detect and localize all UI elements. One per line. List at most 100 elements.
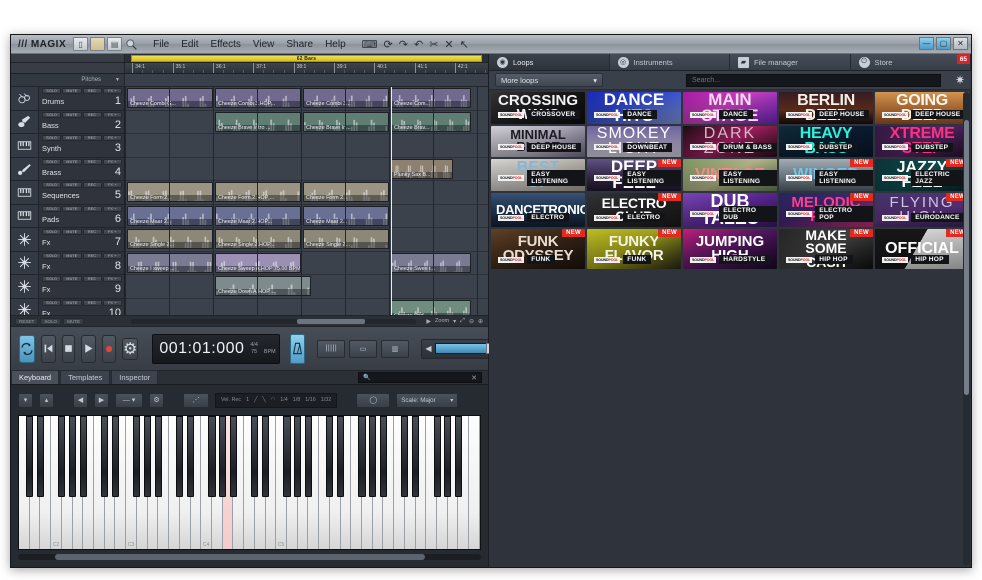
clip[interactable]: Cheeze Combi 3... (303, 88, 389, 108)
piano-white-key[interactable] (233, 416, 244, 549)
loop-tile[interactable]: DANCEHITSSOUNDPOOLDANCE (587, 92, 681, 124)
loop-tile[interactable]: SMOKEYLIGHTSOUNDPOOLDOWNBEAT (587, 126, 681, 156)
lane[interactable]: Cheeze Single 2...Cheeze Single 2.HOP...… (125, 228, 488, 252)
quantize-sixteenth-label[interactable]: 1/16 (305, 397, 316, 403)
track-row[interactable]: SOLOMUTERECFX +Fx7 (11, 228, 124, 252)
save-icon[interactable]: ▤ (107, 37, 122, 51)
fit-zoom-icon[interactable]: ⤢ (460, 318, 465, 325)
piano-white-key[interactable] (180, 416, 191, 549)
loop-tile[interactable]: DARKZONESOUNDPOOLDRUM & BASS (683, 126, 777, 156)
piano-white-key[interactable] (319, 416, 330, 549)
loop-tile[interactable]: NEWWINGEDSOUNDPOOLEASY LISTENING (779, 159, 873, 191)
track-row[interactable]: SOLOMUTERECFX +Brass4 (11, 158, 124, 182)
track-row[interactable]: SOLOMUTERECFX +Bass2 (11, 111, 124, 135)
loop-tile[interactable]: goingdeepSOUNDPOOLDEEP HOUSE (875, 92, 969, 124)
piano-white-key[interactable] (373, 416, 384, 549)
loop-tile[interactable]: VINTAGESOUNDPOOLEASY LISTENING (683, 159, 777, 191)
piano-white-key[interactable] (330, 416, 341, 549)
solo-all-button[interactable]: SOLO (40, 318, 61, 325)
piano-white-key[interactable] (148, 416, 159, 549)
play-marker-icon[interactable]: ▶ (426, 318, 431, 325)
piano-white-key[interactable] (94, 416, 105, 549)
track-row[interactable]: SOLOMUTERECFX +Fx10 (11, 299, 124, 316)
loop-tile[interactable]: BESTOFSOUNDPOOLEASY LISTENING (491, 159, 585, 191)
piano-white-key[interactable] (426, 416, 437, 549)
loop-tile[interactable]: DANCETRONICSOUNDPOOLELECTRO (491, 193, 585, 227)
lane[interactable]: Cheeze Form 2...Cheeze Form 2.HOP ...Che… (125, 181, 488, 205)
piano-white-key[interactable] (383, 416, 394, 549)
lane[interactable]: Cheeze I sweep ...Cheeze Sweep A.HOP 75.… (125, 252, 488, 276)
minimize-button[interactable]: — (919, 37, 934, 50)
rewind-button[interactable] (41, 335, 56, 363)
clip[interactable]: Cheeze I sweep ... (127, 253, 213, 273)
clip-lanes[interactable]: Cheeze Combi G...Cheeze Combi 3.HOP...Ch… (125, 87, 488, 315)
menu-effects[interactable]: Effects (204, 38, 246, 51)
tab-store[interactable]: ⏻Store65 (851, 54, 972, 70)
zoom-in-icon[interactable]: ⊕ (478, 318, 483, 325)
piano-white-key[interactable] (223, 416, 234, 549)
lane[interactable]: Cheeze Pad... (125, 299, 488, 316)
play-button[interactable] (81, 335, 96, 363)
curve-up-icon[interactable]: ╱ (254, 397, 257, 403)
piano-white-key[interactable] (362, 416, 373, 549)
tab-file-manager[interactable]: ▰File manager (730, 54, 851, 70)
loop-tile[interactable]: NEWDEEPFEELSOUNDPOOLEASY LISTENING (587, 159, 681, 191)
clip[interactable]: Cheeze Combi G... (127, 88, 213, 108)
reset-button[interactable]: RESET (15, 318, 38, 325)
close-icon[interactable]: ✕ (471, 374, 477, 382)
piano-white-key[interactable] (255, 416, 266, 549)
loop-tile[interactable]: NEWFUNKODYSSEYSOUNDPOOLFUNK (491, 229, 585, 269)
quantize-strip[interactable]: Vel. Rec 1 ╱ ╲ ◠ 1/4 1/8 1/16 1/32 (215, 393, 337, 408)
piano-white-key[interactable] (73, 416, 84, 549)
clip[interactable]: Cheeze Pad... (391, 300, 471, 316)
mute-all-button[interactable]: MUTE (63, 318, 84, 325)
clip[interactable]: Cheeze Com... (391, 88, 471, 108)
keyboard-icon[interactable]: ⌨ (359, 38, 381, 51)
chord-mode-button[interactable]: ⋰ (183, 393, 209, 408)
loop-tile[interactable]: NEWMELODICPOPSOUNDPOOLELECTRO POP (779, 193, 873, 227)
piano-white-key[interactable] (169, 416, 180, 549)
speaker-icon[interactable]: ◀ (425, 344, 431, 353)
loop-tile[interactable]: xtremestepSOUNDPOOLDUBSTEP (875, 126, 969, 156)
piano-white-key[interactable]: C3 (126, 416, 137, 549)
clip[interactable]: Cheeze Form 2... (303, 182, 389, 202)
piano-white-key[interactable] (19, 416, 30, 549)
time-display[interactable]: 001:01:000 4/4 75 BPM (152, 334, 280, 364)
piano-white-key[interactable] (212, 416, 223, 549)
track-row[interactable]: SOLOMUTERECFX +Fx9 (11, 275, 124, 299)
clip[interactable]: Cheeze Brave Intro ... (215, 112, 301, 132)
menu-edit[interactable]: Edit (175, 38, 204, 51)
redo-icon[interactable]: ⟳ (381, 38, 396, 51)
mixer-icon[interactable]: ||||| (317, 340, 345, 358)
pitches-selector[interactable]: Pitches ▼ (11, 74, 125, 86)
loop-tile[interactable]: BerlinDeepSOUNDPOOLDEEP HOUSE (779, 92, 873, 124)
loops-vertical-scrollbar[interactable] (963, 92, 970, 565)
clip[interactable]: Cheeze Single 2... (127, 229, 213, 249)
maximize-button[interactable]: ▢ (936, 37, 951, 50)
keyboard-settings-icon[interactable]: ⚙ (149, 393, 164, 408)
clip[interactable]: Plunky Sax B... (391, 159, 453, 179)
clip[interactable]: Cheeze Form 2... (127, 182, 213, 202)
lane[interactable]: Cheeze Brave Intro ...Cheeze Brave In...… (125, 111, 488, 135)
piano-white-key[interactable] (469, 416, 480, 549)
piano-white-key[interactable] (458, 416, 469, 549)
track-row[interactable]: SOLOMUTERECFX +Sequences5 (11, 181, 124, 205)
record-knob[interactable]: ◯ (356, 393, 390, 408)
undo-forward-icon[interactable]: ↷ (396, 38, 411, 51)
piano-keyboard[interactable]: C2C3C4C5 (18, 415, 481, 550)
playback-cursor[interactable] (391, 87, 392, 315)
media-pool-search-input[interactable]: Search... (686, 74, 941, 87)
lane[interactable]: Plunky Sax B... (125, 158, 488, 182)
piano-white-key[interactable] (351, 416, 362, 549)
clip[interactable]: Cheeze Sweep A.HOP 75.00 BPM (215, 253, 301, 273)
octave-up-button[interactable]: ▴ (39, 393, 54, 408)
loop-tile[interactable]: CROSSINGWAYSSOUNDPOOLCROSSOVER (491, 92, 585, 124)
tab-keyboard[interactable]: Keyboard (11, 370, 59, 384)
tab-templates[interactable]: Templates (60, 370, 110, 384)
piano-white-key[interactable] (437, 416, 448, 549)
track-row[interactable]: SOLOMUTERECFX +Pads6 (11, 205, 124, 229)
close-button[interactable]: ✕ (953, 37, 968, 50)
bottom-search-field[interactable]: 🔍 ✕ (358, 372, 482, 383)
horizontal-scrollbar[interactable] (131, 319, 416, 324)
loop-tile[interactable]: JUMPINGHIGHSOUNDPOOLHARDSTYLE (683, 229, 777, 269)
